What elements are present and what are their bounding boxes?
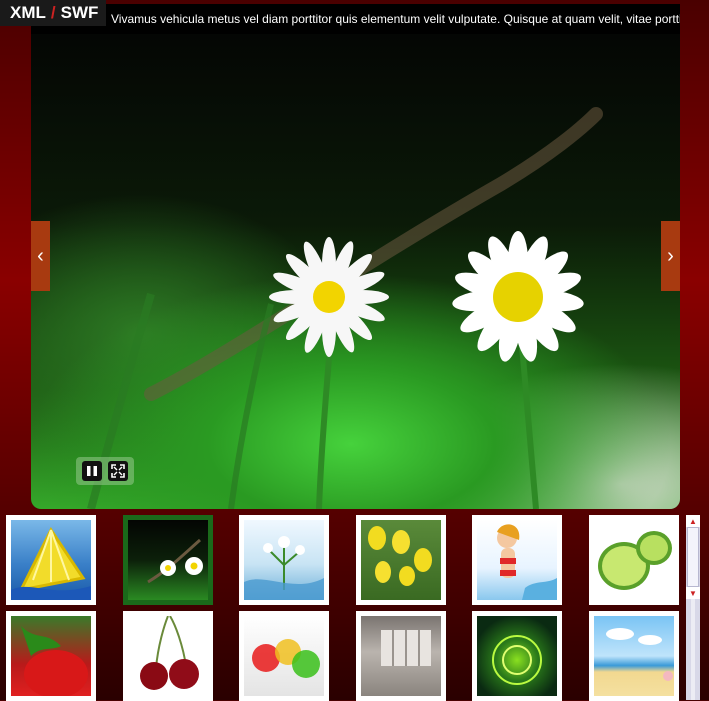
white-lilies-water-image (244, 520, 324, 600)
green-fractal-image (477, 616, 557, 696)
thumbnail-lemon-slice[interactable] (6, 515, 96, 605)
scroll-track (691, 599, 695, 700)
slide-caption: Vivamus vehicula metus vel diam porttito… (31, 4, 680, 34)
thumbnail-interior-room[interactable] (356, 611, 446, 701)
thumbnail-beach-cartoon[interactable] (589, 611, 679, 701)
thumbnail-strawberry[interactable] (6, 611, 96, 701)
next-slide-button[interactable]: › (661, 221, 680, 291)
swf-label: SWF (60, 3, 99, 22)
scroll-down-button[interactable]: ▼ (686, 587, 700, 599)
triangle-up-icon: ▲ (689, 516, 697, 526)
daisies-image (128, 520, 208, 600)
scroll-up-button[interactable]: ▲ (686, 515, 700, 527)
cherries-image (128, 615, 208, 696)
yellow-tulips-image (361, 520, 441, 600)
interior-room-image (361, 616, 441, 696)
playback-controls (76, 457, 134, 485)
thumbnail-lime-halves[interactable] (589, 515, 679, 605)
lemon-slice-image (11, 520, 91, 600)
glass-apples-image (244, 616, 324, 696)
chevron-left-icon: ‹ (37, 244, 44, 267)
chevron-right-icon: › (667, 244, 674, 267)
fullscreen-button[interactable] (108, 461, 128, 481)
fullscreen-icon (111, 464, 125, 478)
thumbnail-green-fractal[interactable] (472, 611, 562, 701)
thumbnail-glass-apples[interactable] (239, 611, 329, 701)
strawberry-image (11, 616, 91, 698)
beach-girl-image (477, 520, 557, 600)
daisy-photo-art (87, 107, 603, 509)
scroll-thumb[interactable] (687, 527, 699, 587)
thumbnail-scrollbar[interactable]: ▲ ▼ (686, 515, 700, 700)
xml-label: XML (10, 3, 46, 22)
beach-cartoon-image (594, 616, 674, 696)
thumbnail-beach-girl[interactable] (472, 515, 562, 605)
pause-button[interactable] (82, 461, 102, 481)
slideshow-viewer: Vivamus vehicula metus vel diam porttito… (31, 4, 680, 509)
thumbnail-white-lilies-water[interactable] (239, 515, 329, 605)
main-photo (31, 34, 680, 509)
lime-halves-image (594, 520, 674, 600)
previous-slide-button[interactable]: ‹ (31, 221, 50, 291)
thumbnail-cherries[interactable] (123, 611, 213, 701)
xml-swf-badge: XML / SWF (0, 0, 106, 26)
thumbnail-yellow-tulips[interactable] (356, 515, 446, 605)
badge-separator: / (50, 3, 56, 22)
thumbnail-daisies[interactable] (123, 515, 213, 605)
pause-icon (87, 466, 97, 476)
triangle-down-icon: ▼ (689, 588, 697, 598)
